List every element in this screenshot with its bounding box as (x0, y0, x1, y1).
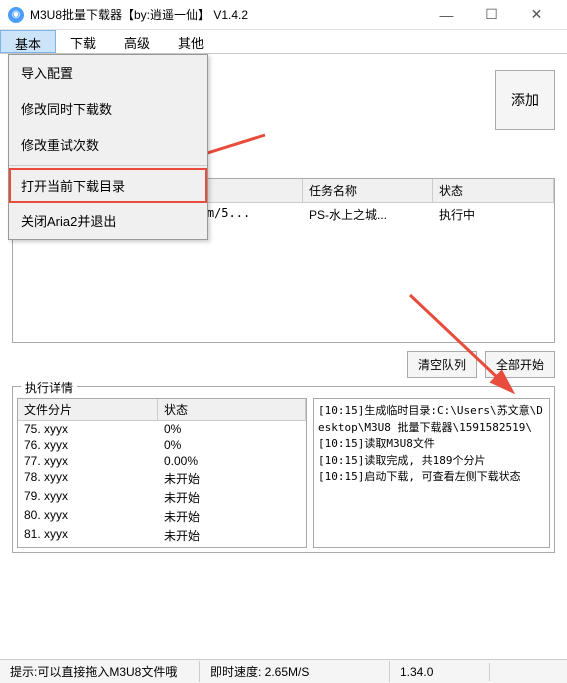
maximize-button[interactable]: ☐ (469, 0, 514, 30)
dropdown-close-aria2-exit[interactable]: 关闭Aria2并退出 (9, 203, 207, 239)
file-row[interactable]: 77. xyyx0.00% (18, 453, 306, 469)
file-status: 0% (158, 437, 306, 453)
file-status: 未开始 (158, 526, 306, 545)
file-name: 81. xyyx (18, 526, 158, 545)
file-status: 未开始 (158, 545, 306, 548)
file-name: 76. xyyx (18, 437, 158, 453)
file-name: 78. xyyx (18, 469, 158, 488)
add-button[interactable]: 添加 (495, 70, 555, 130)
menu-advanced[interactable]: 高级 (110, 30, 164, 53)
file-list-body[interactable]: 75. xyyx0%76. xyyx0%77. xyyx0.00%78. xyy… (18, 421, 306, 548)
dropdown-divider (9, 165, 207, 166)
menubar: 基本 下载 高级 其他 (0, 30, 567, 54)
file-row[interactable]: 79. xyyx未开始 (18, 488, 306, 507)
dropdown-import-config[interactable]: 导入配置 (9, 55, 207, 91)
clear-queue-button[interactable]: 清空队列 (407, 351, 477, 378)
file-list: 文件分片 状态 75. xyyx0%76. xyyx0%77. xyyx0.00… (17, 398, 307, 548)
file-name: 77. xyyx (18, 453, 158, 469)
task-header-status[interactable]: 状态 (433, 179, 554, 202)
file-status: 0.00% (158, 453, 306, 469)
file-name: 75. xyyx (18, 421, 158, 437)
basic-dropdown: 导入配置 修改同时下载数 修改重试次数 打开当前下载目录 关闭Aria2并退出 (8, 54, 208, 240)
file-status: 未开始 (158, 488, 306, 507)
task-cell-name: PS-水上之城... (303, 203, 433, 226)
file-status: 未开始 (158, 469, 306, 488)
file-name: 79. xyyx (18, 488, 158, 507)
statusbar: 提示:可以直接拖入M3U8文件哦 即时速度: 2.65M/S 1.34.0 (0, 659, 567, 683)
file-name: 80. xyyx (18, 507, 158, 526)
file-status: 0% (158, 421, 306, 437)
dropdown-modify-concurrent[interactable]: 修改同时下载数 (9, 91, 207, 127)
app-icon: ◉ (8, 7, 24, 23)
file-header-name[interactable]: 文件分片 (18, 399, 158, 420)
menu-basic[interactable]: 基本 (0, 30, 56, 53)
file-row[interactable]: 81. xyyx未开始 (18, 526, 306, 545)
file-row[interactable]: 80. xyyx未开始 (18, 507, 306, 526)
file-row[interactable]: 75. xyyx0% (18, 421, 306, 437)
file-row[interactable]: 76. xyyx0% (18, 437, 306, 453)
window-title: M3U8批量下载器【by:逍遥一仙】 V1.4.2 (30, 6, 424, 23)
window-controls: — ☐ ✕ (424, 0, 559, 30)
status-speed: 即时速度: 2.65M/S (200, 661, 390, 682)
log-box[interactable]: [10:15]生成临时目录:C:\Users\苏文意\Desktop\M3U8 … (313, 398, 550, 548)
menu-other[interactable]: 其他 (164, 30, 218, 53)
dropdown-open-download-dir[interactable]: 打开当前下载目录 (9, 168, 207, 203)
task-cell-status: 执行中 (433, 203, 554, 226)
file-name: 82. xyyx (18, 545, 158, 548)
file-row[interactable]: 78. xyyx未开始 (18, 469, 306, 488)
task-header-name[interactable]: 任务名称 (303, 179, 433, 202)
dropdown-modify-retry[interactable]: 修改重试次数 (9, 127, 207, 163)
menu-download[interactable]: 下载 (56, 30, 110, 53)
file-status: 未开始 (158, 507, 306, 526)
file-row[interactable]: 82. xyyx未开始 (18, 545, 306, 548)
status-version: 1.34.0 (390, 663, 490, 681)
detail-section: 执行详情 文件分片 状态 75. xyyx0%76. xyyx0%77. xyy… (12, 386, 555, 553)
detail-label: 执行详情 (21, 379, 77, 396)
titlebar: ◉ M3U8批量下载器【by:逍遥一仙】 V1.4.2 — ☐ ✕ (0, 0, 567, 30)
file-header-status[interactable]: 状态 (158, 399, 306, 420)
start-all-button[interactable]: 全部开始 (485, 351, 555, 378)
minimize-button[interactable]: — (424, 0, 469, 30)
status-hint: 提示:可以直接拖入M3U8文件哦 (0, 661, 200, 682)
close-button[interactable]: ✕ (514, 0, 559, 30)
